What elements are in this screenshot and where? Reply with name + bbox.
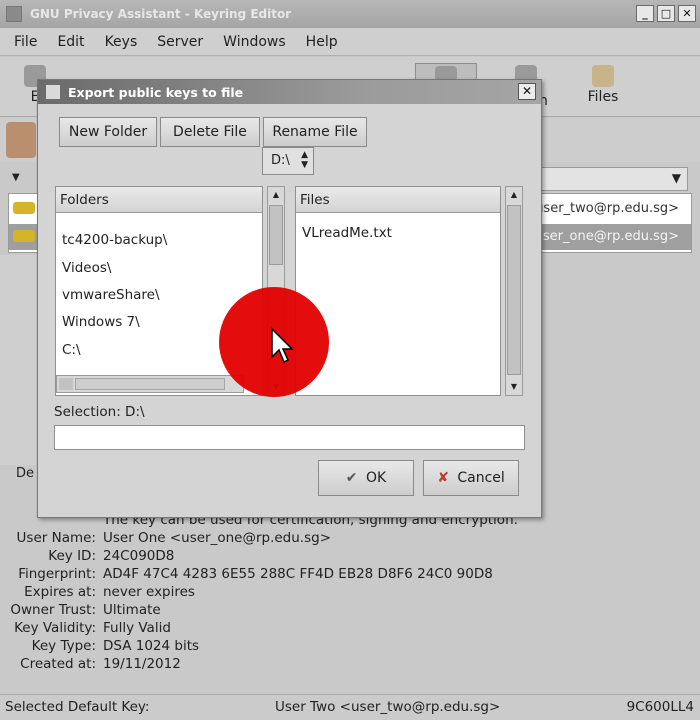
mouse-cursor-icon: [271, 327, 294, 364]
detail-value: 24C090D8: [103, 548, 175, 564]
folder-item[interactable]: Windows 7\: [62, 314, 140, 330]
app-icon: [6, 6, 22, 22]
maximize-button[interactable]: □: [657, 5, 675, 22]
detail-row: User Name: User One <user_one@rp.edu.sg>: [0, 530, 700, 548]
selection-input[interactable]: [54, 425, 525, 450]
directory-combo[interactable]: D:\ ▲ ▼: [262, 147, 314, 175]
minimize-button[interactable]: _: [636, 5, 654, 22]
folder-item[interactable]: C:\: [62, 342, 81, 358]
detail-row: Key Validity: Fully Valid: [0, 620, 700, 638]
keyring-filter-combo[interactable]: ▼: [540, 167, 688, 191]
toolbar-files-label: Files: [587, 89, 619, 105]
scroll-up-icon[interactable]: ▲: [270, 189, 282, 201]
window-controls: _ □ ✕: [636, 5, 696, 22]
rename-file-button[interactable]: Rename File: [263, 117, 367, 147]
detail-row: Created at: 19/11/2012: [0, 656, 700, 674]
files-vertical-scrollbar[interactable]: ▲ ▼: [505, 186, 523, 396]
scroll-down-icon[interactable]: ▼: [508, 381, 520, 393]
detail-label: Key Type:: [31, 638, 96, 654]
menu-windows[interactable]: Windows: [223, 34, 286, 50]
files-icon: [592, 65, 614, 87]
menu-file[interactable]: File: [14, 34, 37, 50]
scroll-left-icon[interactable]: [59, 378, 73, 390]
menu-server[interactable]: Server: [157, 34, 203, 50]
dialog-close-button[interactable]: ✕: [518, 83, 536, 100]
dialog-titlebar: Export public keys to file: [38, 80, 541, 104]
files-header[interactable]: Files: [296, 187, 500, 213]
folders-horizontal-scrollbar[interactable]: [56, 375, 244, 393]
detail-value: 19/11/2012: [103, 656, 181, 672]
detail-value: AD4F 47C4 4283 6E55 288C FF4D EB28 D8F6 …: [103, 566, 493, 582]
detail-value: never expires: [103, 584, 195, 600]
status-key-id: 9C600LL4: [626, 699, 694, 715]
menu-keys[interactable]: Keys: [105, 34, 138, 50]
detail-label: Created at:: [20, 656, 96, 672]
cancel-icon: ✘: [437, 470, 449, 486]
folders-header[interactable]: Folders: [56, 187, 262, 213]
main-titlebar: GNU Privacy Assistant - Keyring Editor _…: [0, 0, 700, 28]
status-default-key: User Two <user_two@rp.edu.sg>: [275, 699, 501, 715]
detail-value: Fully Valid: [103, 620, 171, 636]
users-icon: [6, 122, 36, 158]
folder-item[interactable]: tc4200-backup\: [62, 232, 167, 248]
detail-label: Key ID:: [48, 548, 96, 564]
status-bar: Selected Default Key: User Two <user_two…: [0, 694, 700, 720]
menu-bar: File Edit Keys Server Windows Help: [0, 28, 700, 56]
folder-item[interactable]: vmwareShare\: [62, 287, 160, 303]
left-panel: [0, 255, 40, 465]
ok-button-label: OK: [365, 470, 387, 486]
key-details: The key can be used for certification, s…: [0, 510, 700, 690]
dialog-icon: [46, 85, 60, 99]
files-pane[interactable]: Files VLreadMe.txt: [295, 186, 501, 396]
toolbar-button-files[interactable]: Files: [572, 63, 634, 113]
detail-value: DSA 1024 bits: [103, 638, 200, 654]
scrollbar-thumb[interactable]: [75, 378, 225, 390]
scrollbar-thumb[interactable]: [507, 205, 521, 375]
detail-row: Key ID: 24C090D8: [0, 548, 700, 566]
close-button[interactable]: ✕: [678, 5, 696, 22]
detail-value: User One <user_one@rp.edu.sg>: [103, 530, 332, 546]
ok-icon: ✔: [345, 470, 358, 486]
directory-value: D:\: [271, 153, 290, 168]
menu-edit[interactable]: Edit: [57, 34, 84, 50]
detail-label: Expires at:: [24, 584, 96, 600]
detail-label: Owner Trust:: [10, 602, 96, 618]
scrollbar-thumb[interactable]: [269, 205, 283, 265]
key-icon: [13, 230, 35, 242]
chevron-down-icon[interactable]: ▼: [12, 172, 20, 183]
scroll-up-icon[interactable]: ▲: [508, 189, 520, 201]
delete-file-button[interactable]: Delete File: [160, 117, 260, 147]
key-icon: [13, 202, 35, 214]
menu-help[interactable]: Help: [306, 34, 338, 50]
detail-row: Owner Trust: Ultimate: [0, 602, 700, 620]
detail-row: Key Type: DSA 1024 bits: [0, 638, 700, 656]
key-email: <user_two@rp.edu.sg>: [524, 201, 679, 216]
detail-label: Fingerprint:: [18, 566, 96, 582]
detail-row: Fingerprint: AD4F 47C4 4283 6E55 288C FF…: [0, 566, 700, 584]
ok-button[interactable]: ✔ OK: [318, 460, 414, 496]
spin-arrows-icon: ▲ ▼: [301, 150, 308, 170]
detail-value: Ultimate: [103, 602, 161, 618]
selection-label: Selection: D:\: [54, 404, 145, 420]
new-folder-button[interactable]: New Folder: [59, 117, 157, 147]
dialog-title: Export public keys to file: [68, 84, 244, 100]
detail-row: Expires at: never expires: [0, 584, 700, 602]
file-item[interactable]: VLreadMe.txt: [302, 225, 392, 241]
key-email: <user_one@rp.edu.sg>: [523, 229, 679, 244]
cancel-button[interactable]: ✘ Cancel: [423, 460, 519, 496]
folder-item[interactable]: Videos\: [62, 260, 111, 276]
cancel-button-label: Cancel: [457, 470, 505, 486]
detail-label: User Name:: [16, 530, 96, 546]
chevron-down-icon: ▼: [671, 171, 681, 185]
details-tab-label[interactable]: De: [16, 466, 34, 481]
status-label: Selected Default Key:: [5, 699, 150, 715]
window-title: GNU Privacy Assistant - Keyring Editor: [30, 7, 292, 21]
detail-label: Key Validity:: [14, 620, 96, 636]
